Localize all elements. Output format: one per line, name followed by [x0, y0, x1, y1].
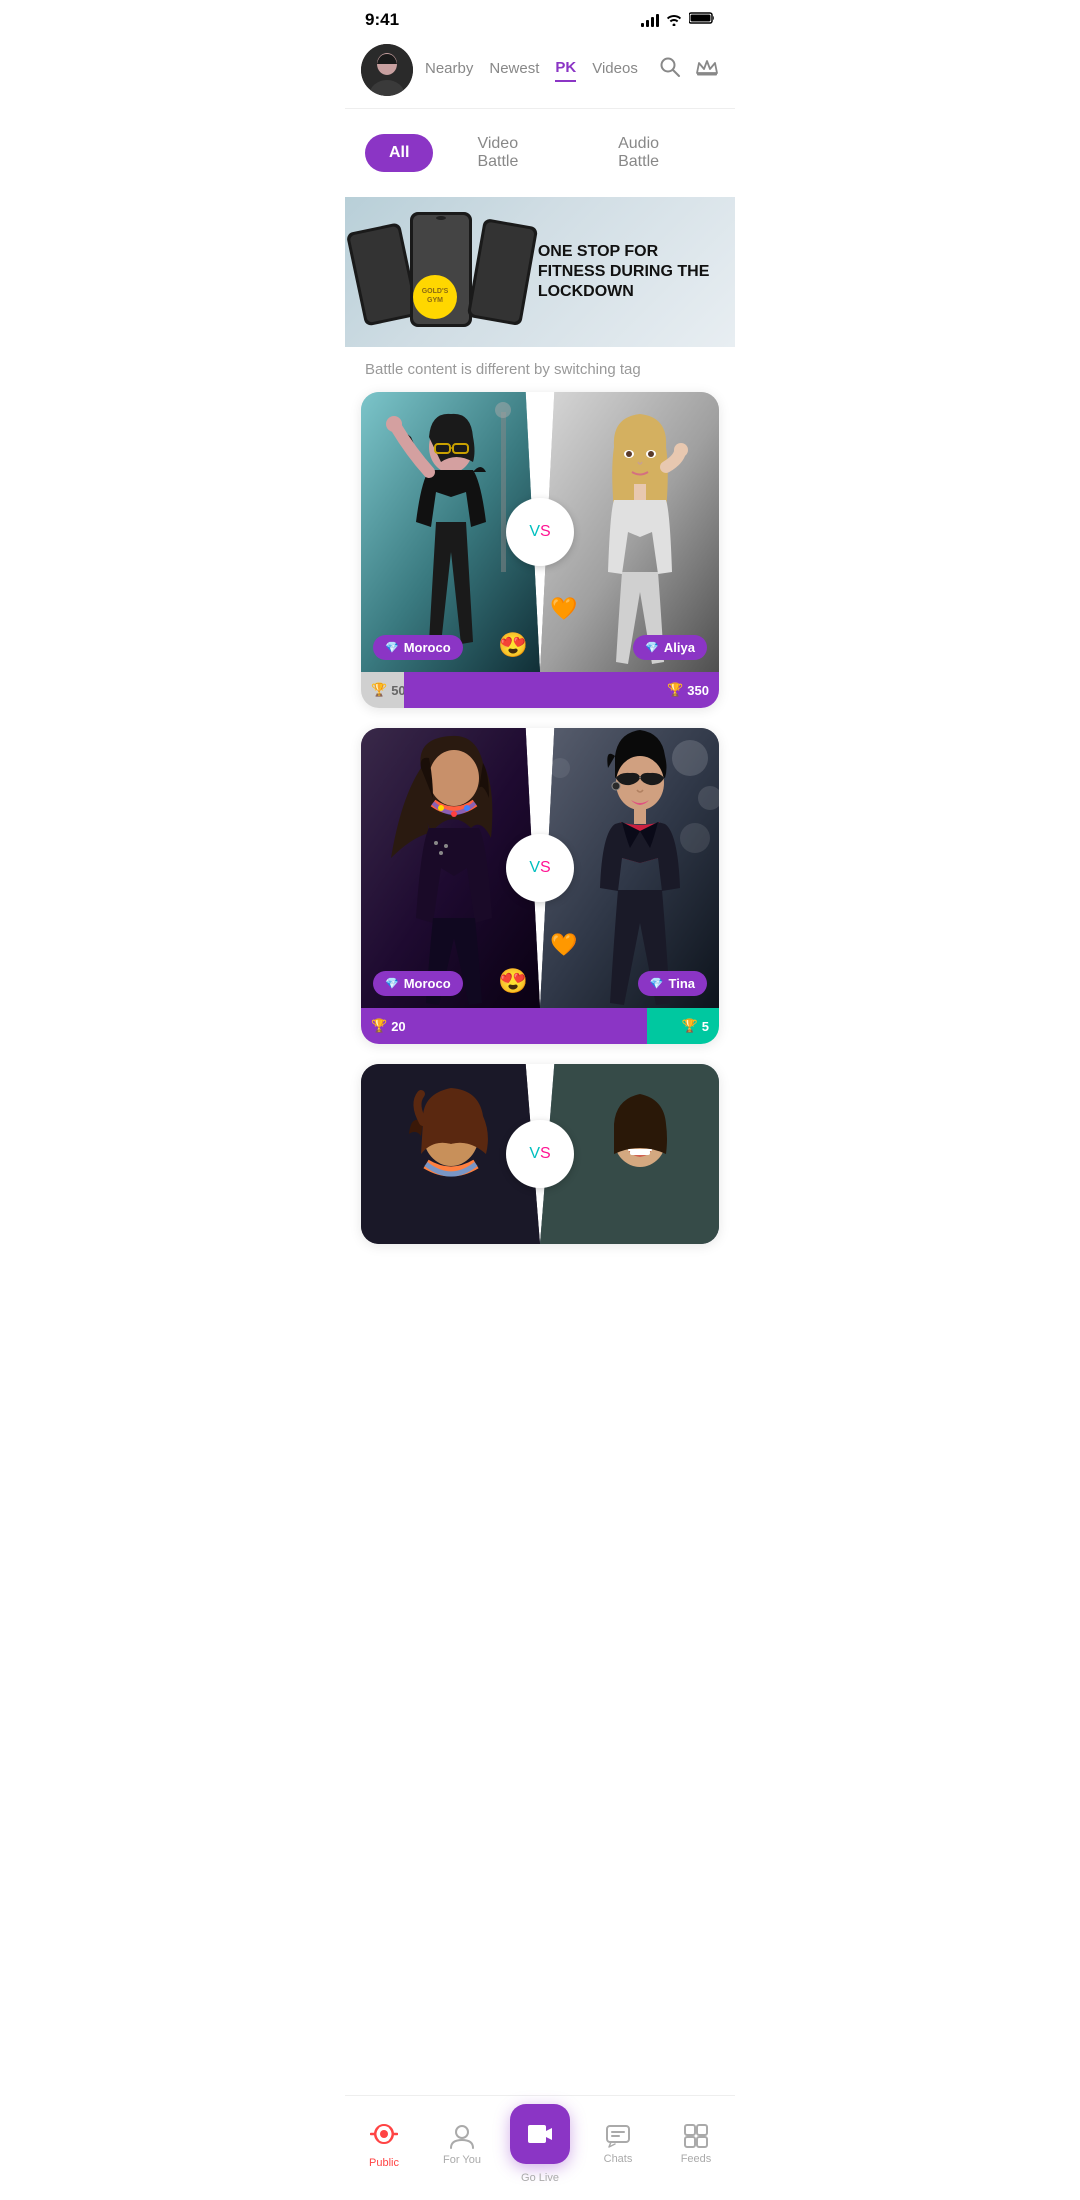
left-username: Moroco	[404, 640, 451, 655]
score-left: 🏆 50	[361, 672, 404, 708]
right-username-2: Tina	[669, 976, 696, 991]
bottom-nav: Public For You Go Live Chats	[345, 2095, 735, 2200]
vs-badge-3: VS	[506, 1120, 574, 1188]
left-username-2: Moroco	[404, 976, 451, 991]
trophy-icon-left-2: 🏆	[371, 1018, 387, 1034]
banner-tagline: ONE STOP FOR FITNESS DURING THE LOCKDOWN	[538, 242, 725, 302]
feeds-label: Feeds	[681, 2153, 712, 2165]
wifi-icon	[665, 12, 683, 29]
right-username: Aliya	[664, 640, 695, 655]
battle-images-2: 💎 Moroco 😍 VS	[361, 728, 719, 1008]
battle-images-3: VS	[361, 1064, 719, 1244]
center-emoji: 🧡	[550, 596, 577, 622]
camera-icon	[526, 2122, 554, 2146]
chats-icon	[605, 2123, 631, 2149]
top-nav: Nearby Newest PK Videos	[345, 36, 735, 109]
public-icon-container	[370, 2120, 398, 2153]
score-left-2: 🏆 20	[361, 1008, 647, 1044]
tab-nearby[interactable]: Nearby	[425, 60, 473, 81]
battery-icon	[689, 11, 715, 30]
trophy-icon-left: 🏆	[371, 682, 387, 698]
nav-icons	[659, 56, 719, 84]
score-bar-2: 🏆 20 🏆 5	[361, 1008, 719, 1044]
for-you-icon	[449, 2122, 475, 2150]
crown-icon[interactable]	[695, 57, 719, 83]
filter-video-battle[interactable]: Video Battle	[453, 125, 574, 181]
trophy-icon-right: 🏆	[667, 682, 683, 698]
signal-icon	[641, 13, 659, 27]
nav-go-live[interactable]: Go Live	[501, 2104, 579, 2184]
tab-pk[interactable]: PK	[555, 59, 576, 82]
chats-label: Chats	[604, 2153, 633, 2165]
go-live-button[interactable]	[510, 2104, 570, 2164]
banner-text: ONE STOP FOR FITNESS DURING THE LOCKDOWN	[538, 242, 725, 302]
battle-left-name: 💎 Moroco	[373, 635, 463, 660]
score-right-2: 🏆 5	[647, 1008, 719, 1044]
status-icons	[641, 11, 715, 30]
nav-feeds[interactable]: Feeds	[657, 2123, 735, 2165]
score-left-value-2: 20	[391, 1019, 405, 1034]
svg-text:GOLD'S: GOLD'S	[422, 288, 449, 295]
public-label: Public	[369, 2157, 399, 2169]
nav-chats[interactable]: Chats	[579, 2123, 657, 2165]
banner: GOLD'S GYM ONE STOP FOR FITNESS DURING T…	[345, 197, 735, 347]
battle-images: 💎 Moroco 😍 VS	[361, 392, 719, 672]
for-you-label: For You	[443, 2154, 481, 2166]
tab-videos[interactable]: Videos	[592, 60, 638, 81]
filter-all[interactable]: All	[365, 134, 433, 172]
nav-tabs: Nearby Newest PK Videos	[425, 59, 651, 82]
trophy-icon-right-2: 🏆	[682, 1018, 698, 1034]
score-right-value: 350	[687, 683, 709, 698]
battle-card-2[interactable]: 💎 Moroco 😍 VS	[361, 728, 719, 1044]
vs-badge: VS	[506, 498, 574, 566]
info-text: Battle content is different by switching…	[345, 347, 735, 392]
gem-icon-right: 💎	[645, 641, 659, 654]
avatar[interactable]	[361, 44, 413, 96]
gem-icon-right-2: 💎	[650, 977, 664, 990]
score-right-value-2: 5	[702, 1019, 709, 1034]
score-bar: 🏆 50 🏆 350	[361, 672, 719, 708]
left-emoji: 😍	[498, 631, 528, 660]
battle-right-name: 💎 Aliya	[633, 635, 707, 660]
status-bar: 9:41	[345, 0, 735, 36]
public-icon	[370, 2120, 398, 2148]
svg-text:GYM: GYM	[427, 297, 443, 304]
battle-card[interactable]: 💎 Moroco 😍 VS	[361, 392, 719, 708]
nav-for-you[interactable]: For You	[423, 2122, 501, 2166]
gem-icon: 💎	[385, 641, 399, 654]
filter-audio-battle[interactable]: Audio Battle	[594, 125, 715, 181]
search-icon[interactable]	[659, 56, 681, 84]
left-emoji-2: 😍	[498, 967, 528, 996]
battle-card-3[interactable]: VS	[361, 1064, 719, 1244]
score-right: 🏆 350	[404, 672, 719, 708]
vs-badge-2: VS	[506, 834, 574, 902]
tab-newest[interactable]: Newest	[489, 60, 539, 81]
banner-phones: GOLD'S GYM	[345, 197, 560, 347]
nav-public[interactable]: Public	[345, 2120, 423, 2169]
filter-bar: All Video Battle Audio Battle	[345, 109, 735, 197]
center-emoji-2: 🧡	[550, 932, 577, 958]
battle-list: 💎 Moroco 😍 VS	[345, 392, 735, 1344]
battle-right-name-2: 💎 Tina	[638, 971, 707, 996]
status-time: 9:41	[365, 10, 399, 30]
gem-icon-2: 💎	[385, 977, 399, 990]
feeds-icon	[683, 2123, 709, 2149]
battle-left-name-2: 💎 Moroco	[373, 971, 463, 996]
go-live-label: Go Live	[521, 2172, 559, 2184]
